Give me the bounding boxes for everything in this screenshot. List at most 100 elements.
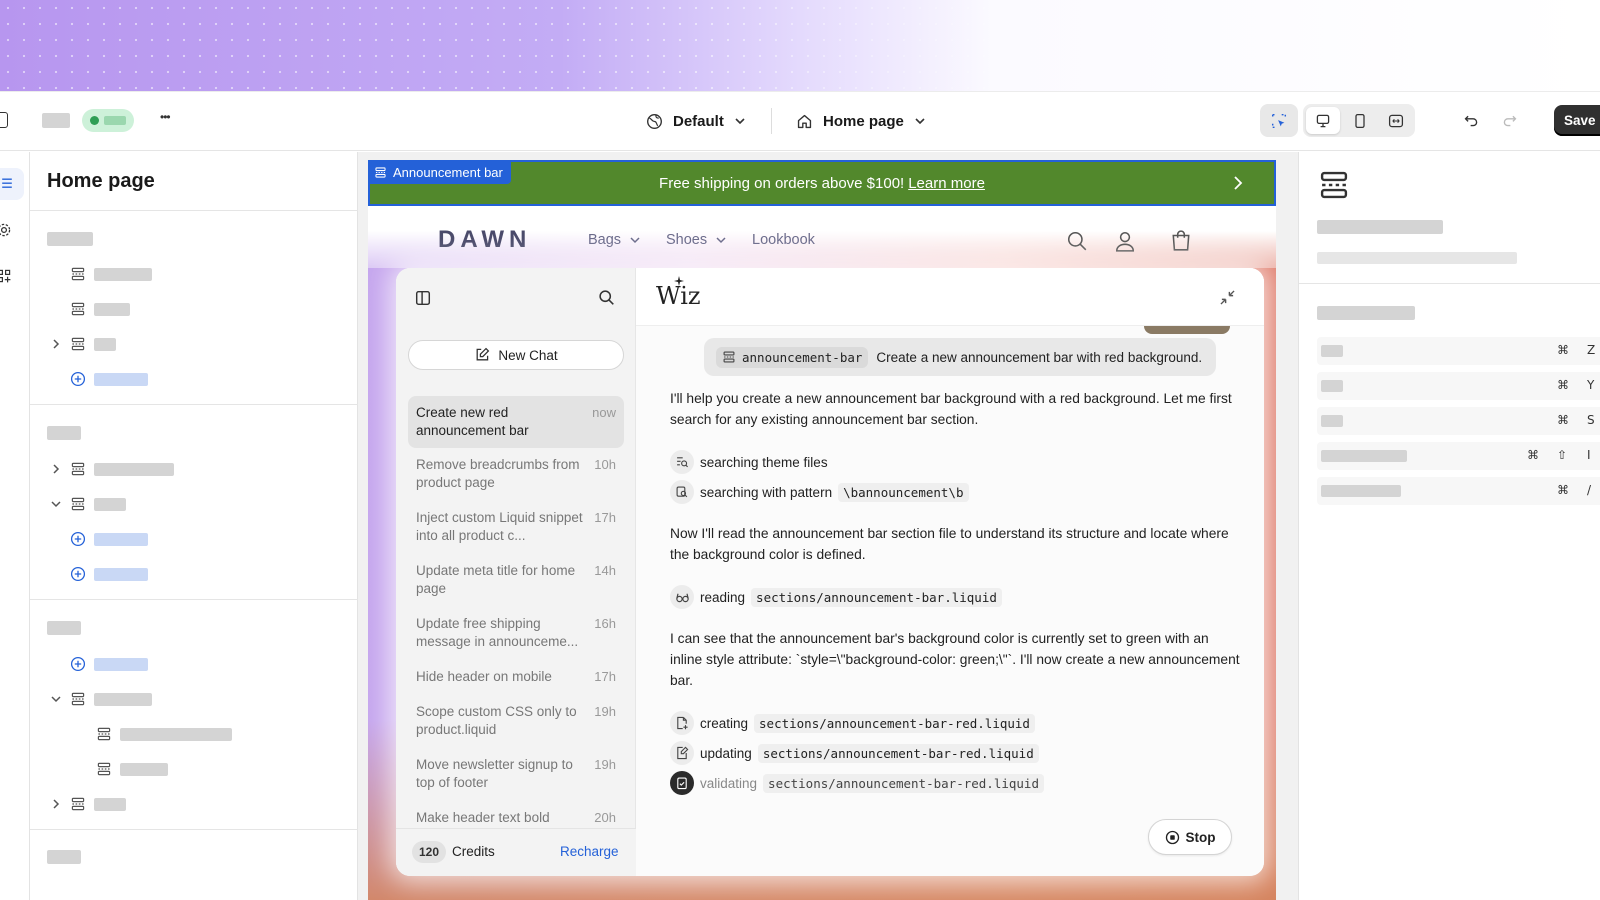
- add-section-row[interactable]: [70, 654, 148, 674]
- setting-title-placeholder: [1317, 220, 1443, 234]
- file-code: sections/announcement-bar.liquid: [751, 587, 1002, 607]
- setting-subtitle-placeholder: [1317, 252, 1517, 264]
- exit-icon[interactable]: [0, 112, 8, 128]
- undo-icon: [1464, 115, 1477, 126]
- chat-item[interactable]: Scope custom CSS only to product.liquid 1…: [408, 703, 624, 739]
- chat-item-active[interactable]: Create new red announcement bar now: [408, 396, 624, 448]
- store-name-placeholder: [42, 113, 70, 128]
- save-button[interactable]: Save: [1554, 105, 1600, 136]
- more-options-button[interactable]: •••: [160, 110, 171, 124]
- assistant-message: I'll help you create a new announcement …: [670, 391, 1232, 427]
- step-reading: reading sections/announcement-bar.liquid: [670, 585, 1002, 609]
- chevron-down-icon: [51, 501, 61, 508]
- section-row[interactable]: [50, 459, 174, 479]
- group-header-placeholder: [47, 426, 81, 440]
- chat-title: Update meta title for home page: [416, 563, 576, 596]
- chat-title: Update free shipping message in announce…: [416, 616, 579, 649]
- clipboard-check-icon: [670, 771, 694, 795]
- step-search-files: searching theme files: [670, 450, 828, 474]
- shortcut-row: ⌘ S: [1317, 407, 1600, 435]
- add-block-row[interactable]: [70, 529, 148, 549]
- chevron-down-icon: [735, 118, 745, 125]
- shortcut-key: ⌘: [1557, 483, 1569, 497]
- announcement-bar-tag: Announcement bar: [368, 160, 511, 184]
- store-nav-shoes[interactable]: Shoes: [666, 232, 727, 248]
- new-chat-label: New Chat: [498, 347, 558, 363]
- globe-icon: [647, 113, 662, 129]
- section-large-icon: [1320, 171, 1348, 199]
- chat-item[interactable]: Update meta title for home page 14h: [408, 562, 624, 598]
- theme-selector[interactable]: Default: [646, 108, 746, 134]
- sections-icon: [2, 178, 12, 188]
- section-icon: [97, 762, 111, 776]
- redo-icon: [1503, 115, 1516, 126]
- cart-icon[interactable]: [1170, 230, 1192, 252]
- expand-icon: [1388, 114, 1404, 127]
- store-logo[interactable]: DAWN: [438, 226, 531, 254]
- home-icon: [797, 114, 812, 128]
- user-message-text: Create a new announcement bar with red b…: [876, 349, 1203, 365]
- wiz-assistant-window: New Chat Create new red announcement bar…: [396, 268, 1264, 876]
- collapse-icon[interactable]: [1220, 290, 1235, 305]
- redo-button[interactable]: [1498, 109, 1520, 131]
- stop-button[interactable]: Stop: [1148, 819, 1232, 855]
- chat-time: 19h: [594, 704, 616, 719]
- sidebar-toggle-icon[interactable]: [414, 289, 432, 307]
- section-row[interactable]: [50, 334, 116, 354]
- chat-item[interactable]: Update free shipping message in announce…: [408, 615, 624, 651]
- settings-rail-button[interactable]: [0, 218, 16, 242]
- desktop-icon: [1316, 114, 1330, 127]
- plus-circle-icon: [70, 371, 86, 387]
- account-icon[interactable]: [1114, 230, 1136, 252]
- section-icon: [375, 166, 386, 178]
- section-icon: [71, 497, 85, 511]
- section-row[interactable]: [50, 689, 152, 709]
- section-row[interactable]: [70, 264, 152, 284]
- desktop-view-button[interactable]: [1306, 107, 1340, 134]
- store-nav-lookbook[interactable]: Lookbook: [752, 232, 815, 248]
- user-message: announcement-bar Create a new announceme…: [704, 338, 1217, 376]
- chat-title: Move newsletter signup to top of footer: [416, 757, 573, 790]
- chat-main: Wiz announcement-bar Create a new announ…: [636, 268, 1264, 876]
- chevron-right-icon[interactable]: [1230, 175, 1246, 191]
- new-chat-button[interactable]: New Chat: [408, 340, 624, 370]
- chevron-down-icon: [51, 696, 61, 703]
- section-row[interactable]: [70, 299, 130, 319]
- chat-time: now: [592, 405, 616, 420]
- undo-button[interactable]: [1460, 109, 1482, 131]
- step-updating: updating sections/announcement-bar-red.l…: [670, 741, 1039, 765]
- page-selector[interactable]: Home page: [796, 108, 926, 134]
- fullwidth-view-button[interactable]: [1379, 107, 1413, 134]
- shortcut-row: ⌘ /: [1317, 477, 1600, 505]
- announcement-link[interactable]: Learn more: [908, 175, 985, 192]
- sections-rail-button[interactable]: [0, 168, 24, 200]
- chat-time: 19h: [594, 757, 616, 772]
- announcement-text: Free shipping on orders above $100!: [659, 174, 905, 192]
- search-icon[interactable]: [598, 289, 615, 306]
- inspector-toggle[interactable]: [1260, 104, 1298, 137]
- chat-item[interactable]: Remove breadcrumbs from product page 10h: [408, 456, 624, 492]
- store-nav-bags[interactable]: Bags: [588, 232, 641, 248]
- file-code: sections/announcement-bar-red.liquid: [763, 773, 1044, 793]
- chat-item[interactable]: Move newsletter signup to top of footer 1…: [408, 756, 624, 792]
- chat-time: 16h: [594, 616, 616, 631]
- sparkle-icon: [674, 276, 684, 286]
- chat-title: Remove breadcrumbs from product page: [416, 457, 580, 490]
- add-section-row[interactable]: [70, 369, 148, 389]
- add-section-row[interactable]: [70, 564, 148, 584]
- section-icon: [71, 337, 85, 351]
- chat-item[interactable]: Inject custom Liquid snippet into all pr…: [408, 509, 624, 545]
- chat-item[interactable]: Hide header on mobile 17h: [408, 668, 624, 686]
- chat-item[interactable]: Make header text bold 20h: [408, 809, 624, 827]
- search-icon[interactable]: [1066, 230, 1088, 252]
- block-row[interactable]: [96, 759, 168, 779]
- section-row[interactable]: [50, 494, 126, 514]
- apps-rail-button[interactable]: [0, 264, 16, 288]
- block-row[interactable]: [96, 724, 232, 744]
- shortcut-key: Y: [1587, 378, 1595, 392]
- section-icon: [71, 692, 85, 706]
- section-row[interactable]: [50, 794, 126, 814]
- recharge-link[interactable]: Recharge: [560, 844, 619, 859]
- mobile-view-button[interactable]: [1343, 107, 1377, 134]
- status-badge: [82, 109, 134, 132]
